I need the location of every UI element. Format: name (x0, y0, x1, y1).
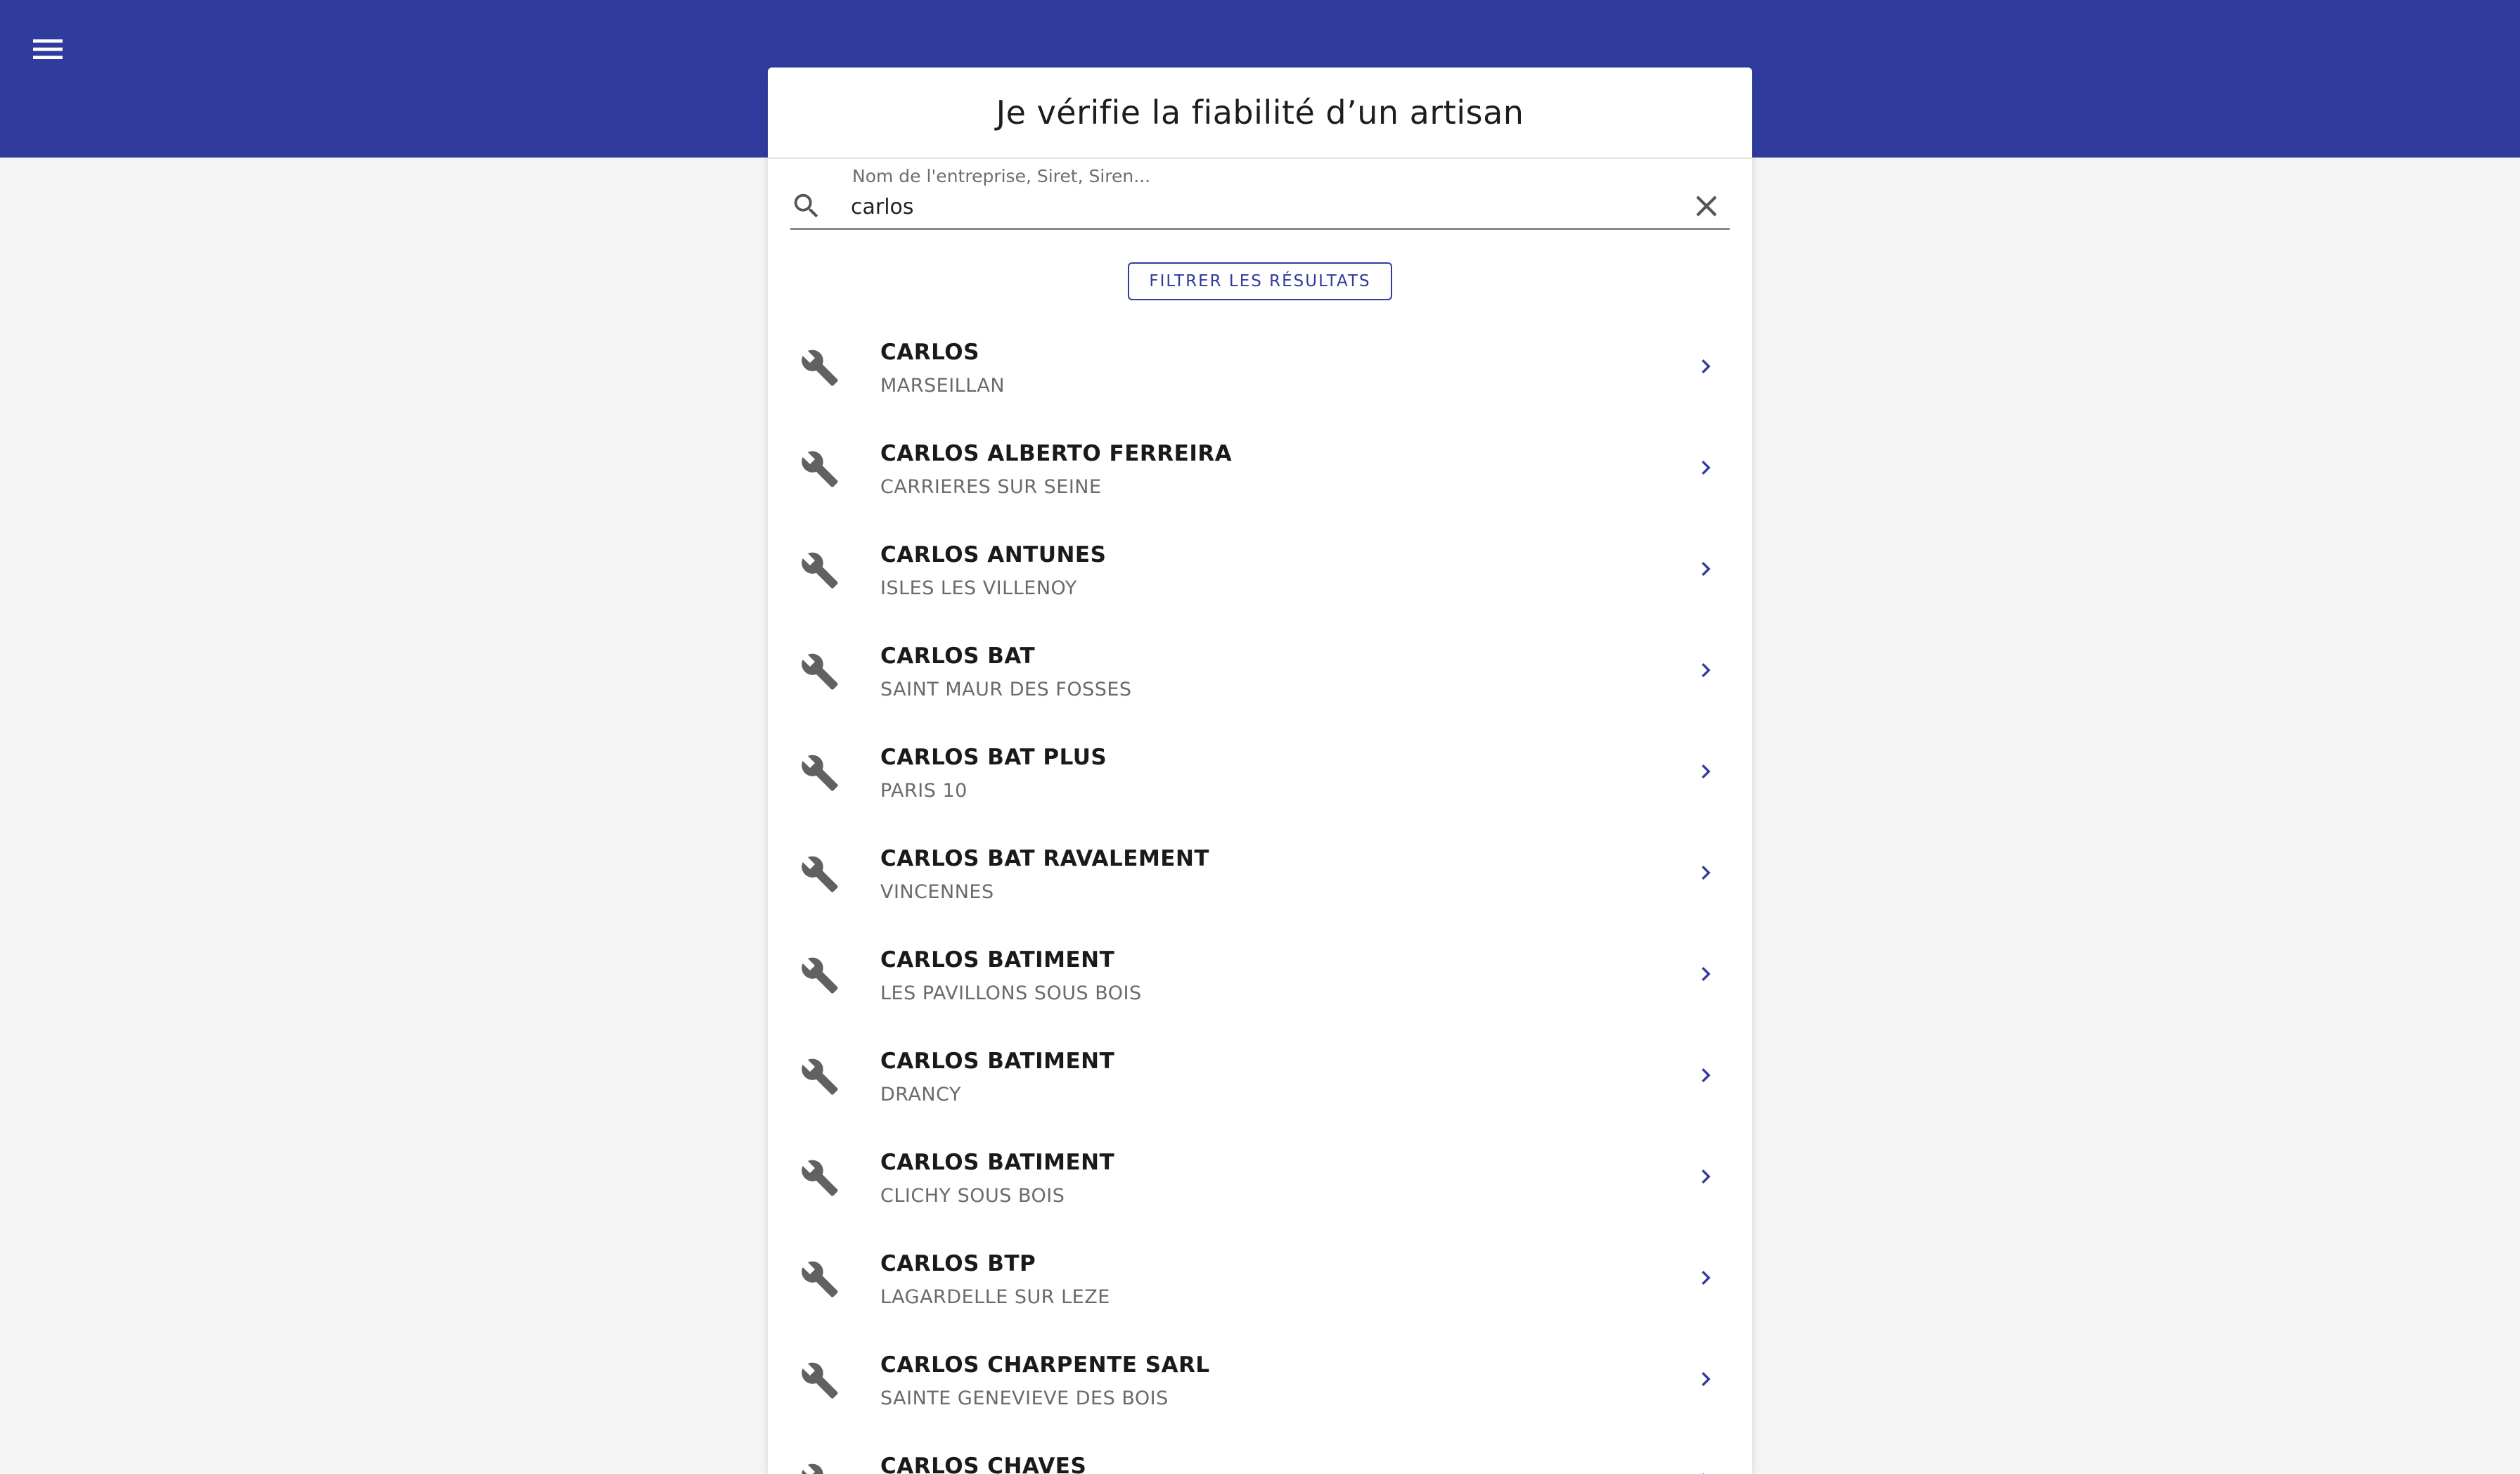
item-name: CARLOS BAT PLUS (880, 745, 1107, 770)
item-name: CARLOS CHARPENTE SARL (880, 1352, 1210, 1378)
item-city: VINCENNES (880, 881, 994, 903)
search-field[interactable]: Nom de l'entreprise, Siret, Siren... (790, 159, 1730, 230)
list-item[interactable]: CARLOS BAT SAINT MAUR DES FOSSES (768, 618, 1752, 719)
chevron-right-icon[interactable] (1692, 454, 1720, 482)
chevron-right-icon[interactable] (1692, 1162, 1720, 1191)
card-header: Je vérifie la fiabilité d’un artisan (768, 68, 1752, 159)
item-name: CARLOS BAT RAVALEMENT (880, 846, 1210, 871)
chevron-right-icon[interactable] (1692, 656, 1720, 684)
wrench-icon (802, 856, 838, 892)
item-name: CARLOS ANTUNES (880, 542, 1107, 568)
chevron-right-icon[interactable] (1692, 1365, 1720, 1393)
item-city: SAINTE GENEVIEVE DES BOIS (880, 1388, 1169, 1409)
item-city: CARRIERES SUR SEINE (880, 476, 1102, 498)
wrench-icon (802, 1160, 838, 1196)
search-label: Nom de l'entreprise, Siret, Siren... (852, 166, 1151, 186)
list-item[interactable]: CARLOS BATIMENT CLICHY SOUS BOIS (768, 1124, 1752, 1226)
item-name: CARLOS BATIMENT (880, 947, 1115, 973)
item-name: CARLOS (880, 340, 979, 365)
item-name: CARLOS BATIMENT (880, 1150, 1115, 1175)
filter-results-button[interactable]: FILTRER LES RÉSULTATS (1128, 262, 1392, 300)
item-city: DRANCY (880, 1084, 961, 1106)
chevron-right-icon[interactable] (1692, 1061, 1720, 1089)
filter-wrap: FILTRER LES RÉSULTATS (768, 262, 1752, 300)
item-city: LAGARDELLE SUR LEZE (880, 1286, 1110, 1308)
chevron-right-icon[interactable] (1692, 352, 1720, 380)
chevron-right-icon[interactable] (1692, 859, 1720, 887)
item-city: MARSEILLAN (880, 375, 1005, 397)
menu-button[interactable] (13, 14, 83, 84)
wrench-icon (802, 1058, 838, 1095)
item-name: CARLOS BATIMENT (880, 1049, 1115, 1074)
item-city: LES PAVILLONS SOUS BOIS (880, 982, 1142, 1004)
chevron-right-icon[interactable] (1692, 1264, 1720, 1292)
page-title: Je vérifie la fiabilité d’un artisan (996, 94, 1524, 132)
wrench-icon (802, 653, 838, 690)
search-input[interactable] (851, 191, 1666, 222)
list-item[interactable]: CARLOS CHAVES (768, 1428, 1752, 1474)
list-item[interactable]: CARLOS BTP LAGARDELLE SUR LEZE (768, 1226, 1752, 1327)
wrench-icon (802, 1261, 838, 1297)
list-item[interactable]: CARLOS BATIMENT LES PAVILLONS SOUS BOIS (768, 922, 1752, 1023)
search-card: Je vérifie la fiabilité d’un artisan Nom… (768, 68, 1752, 1474)
chevron-right-icon[interactable] (1692, 960, 1720, 988)
list-item[interactable]: CARLOS MARSEILLAN (768, 314, 1752, 416)
chevron-right-icon[interactable] (1692, 555, 1720, 583)
item-name: CARLOS ALBERTO FERREIRA (880, 441, 1233, 466)
results-list: CARLOS MARSEILLAN CARLOS ALBERTO FERREIR… (768, 314, 1752, 1474)
wrench-icon (802, 552, 838, 589)
item-city: SAINT MAUR DES FOSSES (880, 679, 1132, 700)
item-name: CARLOS BAT (880, 643, 1036, 669)
wrench-icon (802, 451, 838, 487)
hamburger-menu-icon (33, 39, 63, 59)
wrench-icon (802, 1362, 838, 1399)
search-icon (794, 193, 818, 218)
wrench-icon (802, 957, 838, 994)
item-city: PARIS 10 (880, 780, 968, 802)
list-item[interactable]: CARLOS ANTUNES ISLES LES VILLENOY (768, 517, 1752, 618)
item-city: CLICHY SOUS BOIS (880, 1185, 1065, 1207)
close-icon[interactable] (1689, 188, 1724, 224)
list-item[interactable]: CARLOS ALBERTO FERREIRA CARRIERES SUR SE… (768, 416, 1752, 517)
wrench-icon (802, 755, 838, 791)
list-item[interactable]: CARLOS BATIMENT DRANCY (768, 1023, 1752, 1124)
list-item[interactable]: CARLOS BAT PLUS PARIS 10 (768, 719, 1752, 821)
wrench-icon (802, 350, 838, 386)
chevron-right-icon[interactable] (1692, 1466, 1720, 1474)
list-item[interactable]: CARLOS BAT RAVALEMENT VINCENNES (768, 821, 1752, 922)
wrench-icon (802, 1463, 823, 1474)
item-name: CARLOS BTP (880, 1251, 1036, 1276)
list-item[interactable]: CARLOS CHARPENTE SARL SAINTE GENEVIEVE D… (768, 1327, 1752, 1428)
item-city: ISLES LES VILLENOY (880, 577, 1077, 599)
chevron-right-icon[interactable] (1692, 757, 1720, 786)
